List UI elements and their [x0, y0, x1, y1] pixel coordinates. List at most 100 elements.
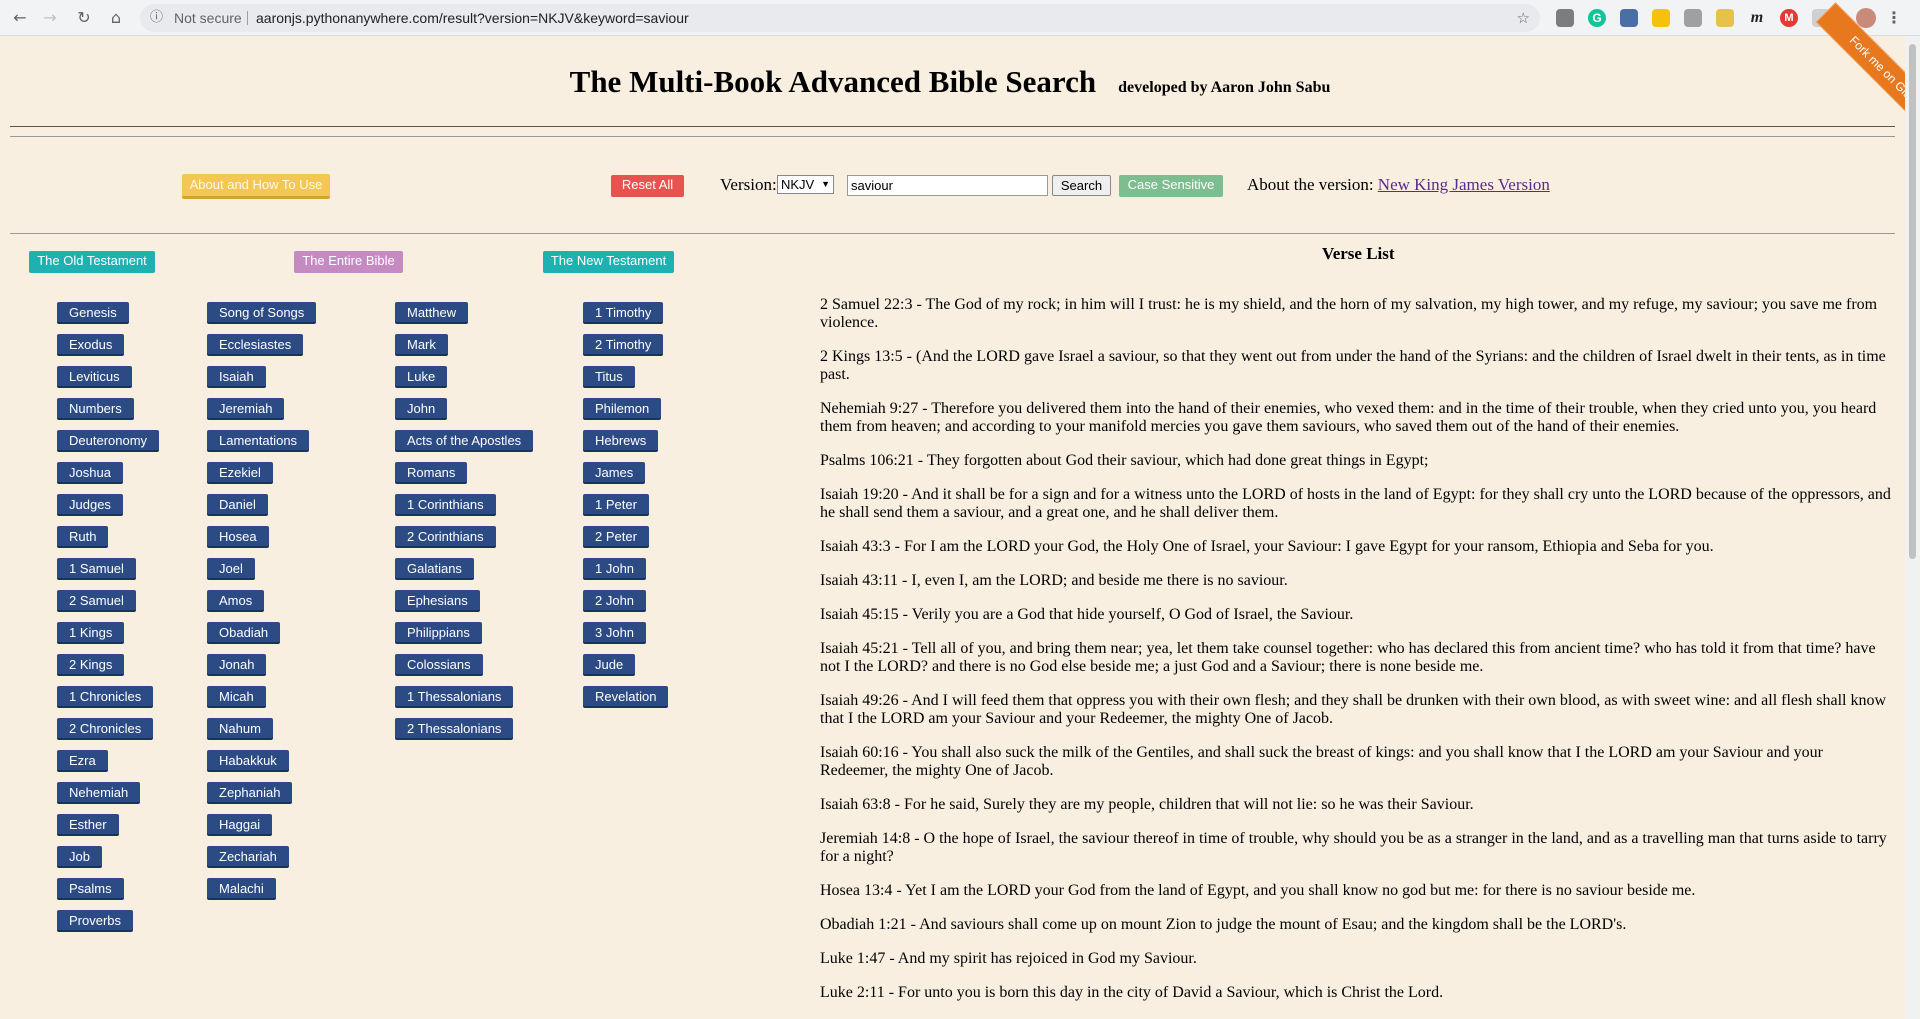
book-button[interactable]: 1 Peter: [583, 494, 649, 516]
book-button[interactable]: 3 John: [583, 622, 647, 644]
book-button[interactable]: Romans: [395, 462, 468, 484]
book-button[interactable]: Leviticus: [57, 366, 132, 388]
verse-item: Isaiah 49:26 - And I will feed them that…: [820, 692, 1887, 727]
book-button[interactable]: Luke: [395, 366, 448, 388]
scrollbar-thumb[interactable]: [1909, 44, 1916, 559]
book-button[interactable]: Exodus: [57, 334, 125, 356]
book-button[interactable]: 2 Chronicles: [57, 718, 154, 740]
book-button[interactable]: 1 Corinthians: [395, 494, 496, 516]
book-button[interactable]: Isaiah: [207, 366, 266, 388]
book-button[interactable]: 1 John: [583, 558, 647, 580]
book-button[interactable]: Numbers: [57, 398, 134, 420]
m-extension-icon[interactable]: m: [1748, 9, 1766, 27]
book-button[interactable]: 1 Chronicles: [57, 686, 154, 708]
old-testament-button[interactable]: The Old Testament: [29, 251, 155, 273]
book-button[interactable]: 2 Samuel: [57, 590, 136, 612]
case-sensitive-button[interactable]: Case Sensitive: [1119, 175, 1223, 197]
version-link[interactable]: New King James Version: [1378, 175, 1550, 194]
book-button[interactable]: 1 Samuel: [57, 558, 136, 580]
book-button[interactable]: Mark: [395, 334, 448, 356]
book-button[interactable]: Titus: [583, 366, 635, 388]
book-button[interactable]: Micah: [207, 686, 266, 708]
shield-extension-icon[interactable]: [1652, 9, 1670, 27]
book-button[interactable]: Philippians: [395, 622, 482, 644]
book-button[interactable]: Philemon: [583, 398, 662, 420]
book-button[interactable]: Esther: [57, 814, 119, 836]
verse-list-title: Verse List: [1322, 244, 1395, 263]
menu-kebab-icon[interactable]: ⋮: [1886, 6, 1902, 30]
home-icon[interactable]: ⌂: [106, 8, 126, 28]
book-button[interactable]: Proverbs: [57, 910, 134, 932]
book-button[interactable]: Deuteronomy: [57, 430, 160, 452]
book-button[interactable]: Hosea: [207, 526, 269, 548]
entire-bible-button[interactable]: The Entire Bible: [294, 251, 403, 273]
bookmark-star-icon[interactable]: ☆: [1517, 4, 1530, 32]
book-button[interactable]: Lamentations: [207, 430, 310, 452]
book-button[interactable]: Joel: [207, 558, 255, 580]
book-button[interactable]: Ephesians: [395, 590, 480, 612]
book-button[interactable]: Ezra: [57, 750, 108, 772]
book-button[interactable]: 2 Kings: [57, 654, 125, 676]
search-button[interactable]: Search: [1052, 175, 1111, 196]
back-icon[interactable]: ←: [10, 8, 30, 28]
book-button[interactable]: 2 John: [583, 590, 647, 612]
forward-icon[interactable]: →: [40, 8, 60, 28]
book-button[interactable]: 1 Timothy: [583, 302, 664, 324]
book-button[interactable]: Job: [57, 846, 102, 868]
book-button[interactable]: Colossians: [395, 654, 483, 676]
search-input[interactable]: saviour: [847, 175, 1048, 196]
book-button[interactable]: Psalms: [57, 878, 124, 900]
grammarly-icon[interactable]: G: [1588, 9, 1606, 27]
book-button[interactable]: 2 Corinthians: [395, 526, 496, 548]
highlighter-extension-icon[interactable]: [1716, 9, 1734, 27]
verse-item: Jeremiah 14:8 - O the hope of Israel, th…: [820, 830, 1887, 865]
book-button[interactable]: Nahum: [207, 718, 273, 740]
book-button[interactable]: Hebrews: [583, 430, 659, 452]
book-button[interactable]: Jeremiah: [207, 398, 285, 420]
url-text[interactable]: aaronjs.pythonanywhere.com/result?versio…: [256, 4, 689, 32]
book-button[interactable]: Haggai: [207, 814, 273, 836]
red-extension-icon[interactable]: M: [1780, 9, 1798, 27]
new-testament-button[interactable]: The New Testament: [543, 251, 674, 273]
book-button[interactable]: 2 Thessalonians: [395, 718, 514, 740]
book-button[interactable]: Genesis: [57, 302, 129, 324]
book-button[interactable]: Song of Songs: [207, 302, 317, 324]
reload-icon[interactable]: ↻: [74, 8, 94, 28]
book-button[interactable]: Habakkuk: [207, 750, 289, 772]
info-icon[interactable]: ⓘ: [150, 4, 163, 32]
book-button[interactable]: Judges: [57, 494, 123, 516]
security-label: Not secure: [174, 10, 242, 26]
book-button[interactable]: Zechariah: [207, 846, 289, 868]
book-button[interactable]: Obadiah: [207, 622, 281, 644]
reset-all-button[interactable]: Reset All: [611, 175, 684, 197]
book-button[interactable]: Amos: [207, 590, 265, 612]
book-button[interactable]: Joshua: [57, 462, 123, 484]
book-button[interactable]: 2 Timothy: [583, 334, 664, 356]
book-button[interactable]: John: [395, 398, 448, 420]
verse-list: 2 Samuel 22:3 - The God of my rock; in h…: [820, 296, 1893, 1018]
book-button[interactable]: Malachi: [207, 878, 276, 900]
book-button[interactable]: Jude: [583, 654, 636, 676]
book-button[interactable]: Ecclesiastes: [207, 334, 304, 356]
extension-icon[interactable]: [1556, 9, 1574, 27]
book-button[interactable]: Daniel: [207, 494, 268, 516]
book-button[interactable]: Matthew: [395, 302, 469, 324]
cast-extension-icon[interactable]: [1684, 9, 1702, 27]
about-button[interactable]: About and How To Use: [182, 174, 330, 199]
address-bar[interactable]: ⓘ Not secure aaronjs.pythonanywhere.com/…: [140, 4, 1540, 32]
book-button[interactable]: Ezekiel: [207, 462, 273, 484]
book-button[interactable]: Nehemiah: [57, 782, 141, 804]
book-button[interactable]: Zephaniah: [207, 782, 293, 804]
book-button[interactable]: Ruth: [57, 526, 109, 548]
book-button[interactable]: Acts of the Apostles: [395, 430, 534, 452]
book-button[interactable]: 2 Peter: [583, 526, 649, 548]
book-button[interactable]: 1 Thessalonians: [395, 686, 514, 708]
book-button[interactable]: Revelation: [583, 686, 669, 708]
book-button[interactable]: 1 Kings: [57, 622, 125, 644]
book-button[interactable]: Galatians: [395, 558, 474, 580]
book-button[interactable]: James: [583, 462, 646, 484]
book-button[interactable]: Jonah: [207, 654, 267, 676]
version-select[interactable]: NKJV ▼: [777, 175, 834, 194]
verse-item: Isaiah 43:11 - I, even I, am the LORD; a…: [820, 572, 1288, 589]
rss-extension-icon[interactable]: [1620, 9, 1638, 27]
